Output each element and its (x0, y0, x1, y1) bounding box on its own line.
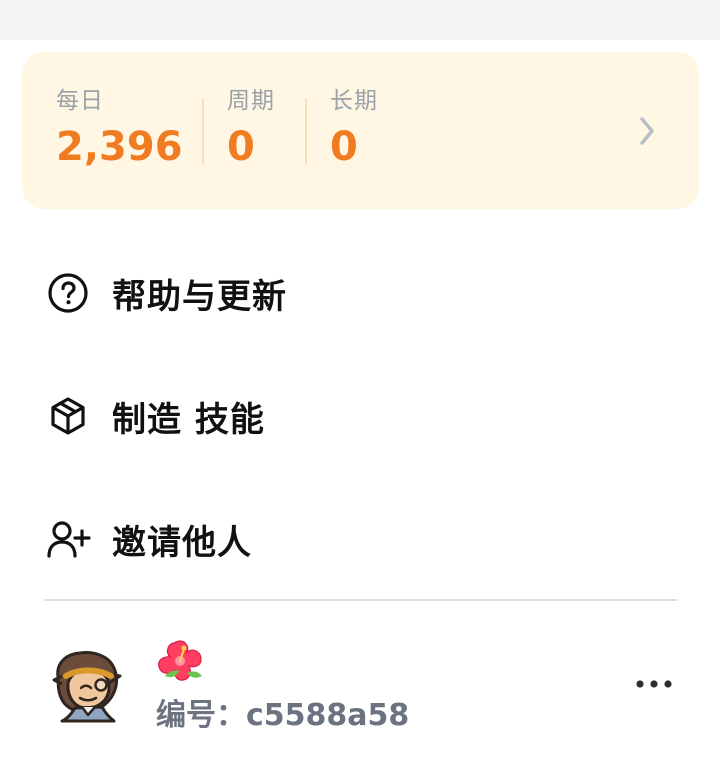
top-strip (0, 0, 720, 40)
menu-item-crafting-skills[interactable]: 制造 技能 (44, 386, 684, 446)
menu-separator (44, 599, 677, 601)
hibiscus-flower-icon (158, 640, 202, 681)
chevron-right-icon[interactable] (635, 114, 659, 148)
profile-id-text: 编号：c5588a58 (156, 698, 410, 733)
package-cube-icon (44, 392, 92, 440)
daily-credits-value: 2,396 (56, 124, 183, 170)
daily-credits-label: 每日 (56, 88, 104, 114)
menu-label-help-updates: 帮助与更新 (112, 276, 287, 317)
user-plus-icon (44, 515, 92, 563)
menu-label-crafting-skills: 制造 技能 (112, 399, 265, 440)
weekly-credits-value: 0 (227, 124, 255, 170)
settings-panel: 每日 2,396 周期 0 长期 0 帮助与更新 制造 技能 邀请他人 编号：c… (0, 0, 720, 763)
daily-credits: 每日 2,396 (56, 86, 183, 172)
weekly-credits: 周期 0 (227, 86, 275, 172)
menu-label-invite-others: 邀请他人 (112, 522, 252, 563)
credits-card[interactable]: 每日 2,396 周期 0 长期 0 (22, 52, 699, 209)
long-term-credits: 长期 0 (330, 86, 378, 172)
help-circle-icon (44, 269, 92, 317)
credits-divider (202, 98, 204, 164)
credits-divider (305, 98, 307, 164)
menu-item-invite-others[interactable]: 邀请他人 (44, 509, 684, 569)
more-horizontal-icon[interactable] (632, 670, 676, 698)
weekly-credits-label: 周期 (227, 88, 275, 114)
long-term-credits-value: 0 (330, 124, 358, 170)
cartoon-monkey-avatar[interactable] (48, 646, 128, 726)
menu-item-help-updates[interactable]: 帮助与更新 (44, 263, 684, 323)
long-term-credits-label: 长期 (330, 88, 378, 114)
